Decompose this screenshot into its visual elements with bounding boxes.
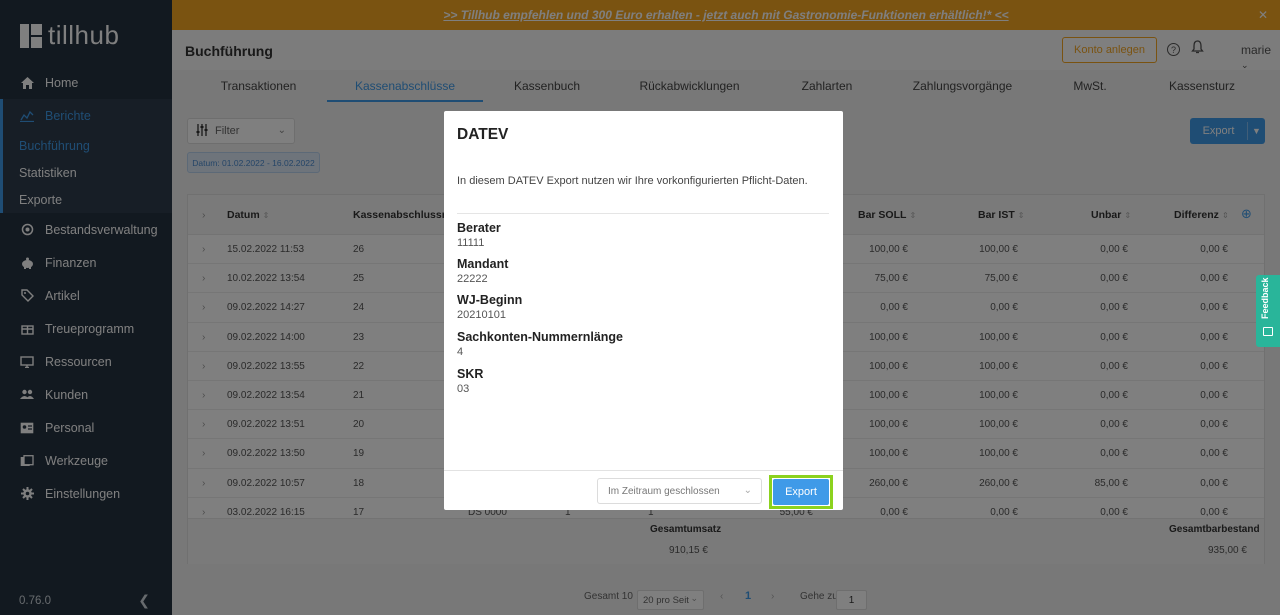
zeitraum-select-value: Im Zeitraum geschlossen: [608, 485, 720, 497]
field-value: 4: [457, 346, 464, 358]
field-wj-beginn: WJ-Beginn 20210101: [457, 293, 522, 321]
zeitraum-select[interactable]: Im Zeitraum geschlossen ⌄: [597, 478, 762, 504]
field-label: Mandant: [457, 257, 509, 271]
field-value: 20210101: [457, 309, 506, 321]
field-value: 03: [457, 383, 470, 395]
field-value: 22222: [457, 273, 488, 285]
field-label: Berater: [457, 221, 501, 235]
field-label: Sachkonten-Nummernlänge: [457, 330, 624, 344]
field-label: WJ-Beginn: [457, 293, 523, 307]
modal-export-button[interactable]: Export: [773, 479, 829, 505]
field-value: 11111: [457, 237, 485, 249]
feedback-label: Feedback: [1260, 277, 1270, 319]
field-berater: Berater 11111: [457, 221, 501, 249]
feedback-icon: [1263, 327, 1273, 336]
chevron-down-icon: ⌄: [743, 485, 752, 496]
modal-footer: Im Zeitraum geschlossen ⌄ Export: [444, 470, 843, 510]
feedback-tab[interactable]: Feedback: [1256, 275, 1280, 347]
field-mandant: Mandant 22222: [457, 257, 508, 285]
modal-title: DATEV: [457, 126, 509, 143]
modal-description: In diesem DATEV Export nutzen wir Ihre v…: [457, 175, 808, 187]
modal-divider: [457, 213, 829, 214]
field-sachkonten-nummernlaenge: Sachkonten-Nummernlänge 4: [457, 330, 623, 358]
field-skr: SKR 03: [457, 367, 483, 395]
field-label: SKR: [457, 367, 484, 381]
datev-modal: DATEV In diesem DATEV Export nutzen wir …: [444, 111, 843, 510]
modal-export-button-highlight: Export: [769, 475, 833, 509]
